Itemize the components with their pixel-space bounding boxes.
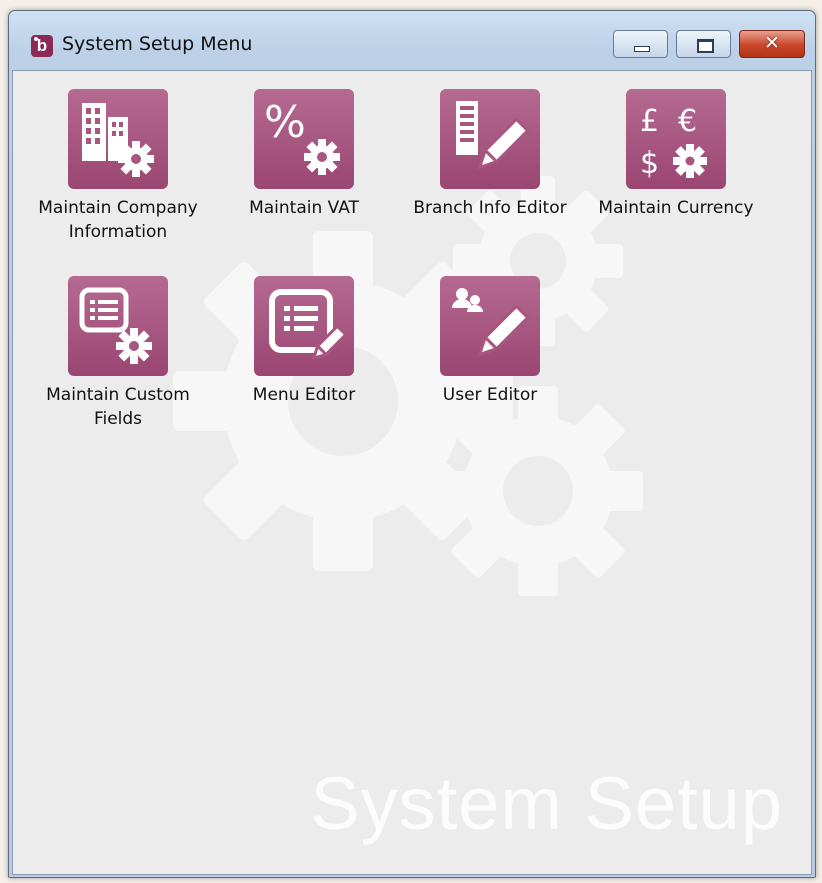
maintain-custom-fields-tile[interactable]: Maintain Custom Fields: [28, 276, 208, 431]
user-editor-tile[interactable]: User Editor: [400, 276, 580, 407]
close-button[interactable]: ✕: [739, 30, 805, 58]
title-bar[interactable]: b System Setup Menu ✕: [9, 11, 815, 71]
svg-text:£: £: [640, 104, 659, 139]
app-icon: b: [31, 35, 53, 57]
minimize-icon: [634, 46, 650, 52]
currency-gear-icon: £ € $: [626, 89, 726, 189]
buildings-gear-icon: [68, 89, 168, 189]
tile-label: Maintain Custom Fields: [46, 385, 190, 429]
tile-label: Branch Info Editor: [413, 198, 567, 218]
window-title: System Setup Menu: [62, 33, 253, 55]
branch-info-editor-tile[interactable]: Branch Info Editor: [400, 89, 580, 220]
maintain-currency-tile[interactable]: £ € $ Maintain Currency: [586, 89, 766, 220]
minimize-button[interactable]: [613, 30, 668, 58]
users-pencil-icon: [440, 276, 540, 376]
close-icon: ✕: [764, 32, 780, 54]
tile-label: User Editor: [442, 385, 538, 405]
form-pencil-icon: [254, 276, 354, 376]
tile-label: Maintain Currency: [598, 198, 754, 218]
system-setup-window: b System Setup Menu ✕ System Setup Maint…: [8, 10, 816, 878]
system-setup-watermark: System Setup: [310, 762, 783, 845]
tile-label: Menu Editor: [252, 385, 356, 405]
percent-gear-icon: %: [254, 89, 354, 189]
maintain-vat-tile[interactable]: % Maintain VAT: [214, 89, 394, 220]
tile-label: Maintain Company Information: [38, 198, 198, 242]
svg-text:$: $: [640, 146, 659, 181]
building-pencil-icon: [440, 89, 540, 189]
menu-client-area: System Setup Maintain Company Informatio…: [12, 70, 812, 875]
menu-editor-tile[interactable]: Menu Editor: [214, 276, 394, 407]
svg-text:%: %: [264, 97, 306, 148]
tile-label: Maintain VAT: [249, 198, 359, 218]
maintain-company-information-tile[interactable]: Maintain Company Information: [28, 89, 208, 244]
maximize-icon: [697, 39, 714, 53]
maximize-button[interactable]: [676, 30, 731, 58]
svg-text:€: €: [678, 104, 697, 139]
form-gear-icon: [68, 276, 168, 376]
